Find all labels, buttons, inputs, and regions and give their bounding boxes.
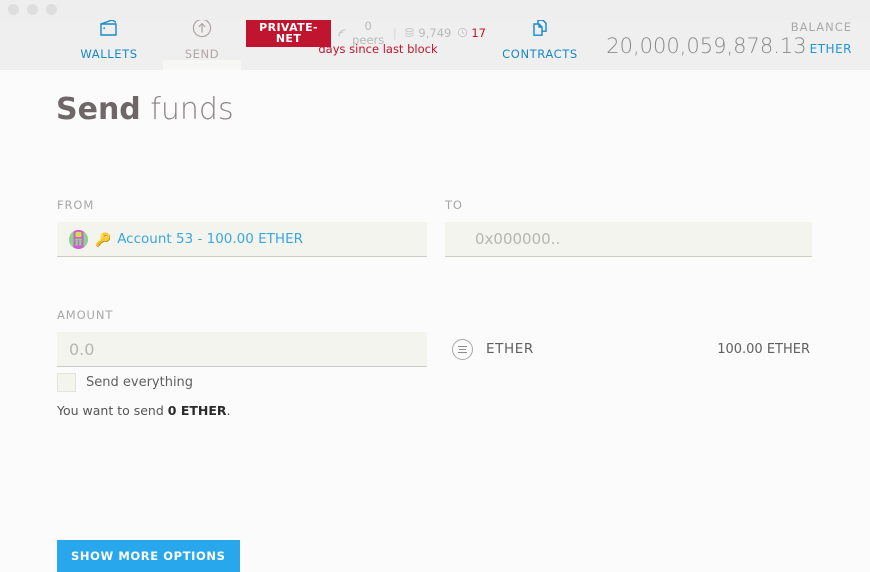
key-icon: 🔑	[95, 231, 112, 247]
token-available-amount: 100.00 ETHER	[717, 341, 810, 357]
from-account-select[interactable]: 🔑 Account 53 - 100.00 ETHER	[57, 222, 427, 257]
show-more-options-button[interactable]: SHOW MORE OPTIONS	[57, 540, 240, 572]
to-address-input[interactable]: 0x000000..	[445, 222, 812, 257]
to-address-placeholder: 0x000000..	[475, 230, 561, 248]
page-title-bold: Send	[56, 92, 141, 127]
blocks-icon	[404, 27, 415, 38]
last-block-time: 17	[471, 25, 486, 40]
amount-input[interactable]: 0.0	[57, 332, 427, 367]
network-status-row: PRIVATE-NET 0 peers | 9,749 17	[246, 18, 486, 47]
balance-block: BALANCE 20,000,059,878.13 ETHER	[606, 20, 852, 58]
account-identicon	[69, 229, 88, 249]
close-button[interactable]	[8, 4, 19, 15]
page-title-light: funds	[140, 92, 234, 127]
to-label: TO	[445, 198, 463, 212]
from-label: FROM	[57, 198, 95, 212]
token-name: ETHER	[486, 341, 534, 357]
send-summary-prefix: You want to send	[57, 403, 168, 418]
nav-label-contracts: CONTRACTS	[502, 47, 578, 61]
network-status: PRIVATE-NET 0 peers | 9,749 17 days sinc…	[246, 18, 486, 56]
from-account-text: Account 53 - 100.00 ETHER	[117, 231, 303, 247]
balance-unit: ETHER	[809, 42, 852, 56]
nav-item-wallets[interactable]: WALLETS	[64, 16, 154, 61]
window-titlebar	[0, 0, 870, 20]
signal-icon	[337, 27, 348, 38]
nav-label-wallets: WALLETS	[80, 47, 138, 61]
page-title: Send funds	[56, 92, 234, 127]
nav-label-send: SEND	[184, 47, 220, 61]
block-number: 9,749	[404, 26, 451, 40]
send-everything-row[interactable]: Send everything	[57, 373, 193, 392]
last-block-timer: 17	[457, 26, 486, 40]
page-content: Send funds FROM 🔑 Account 53 - 100.00 ET…	[0, 70, 870, 572]
nav-item-send[interactable]: SEND	[157, 16, 247, 61]
window-controls	[8, 4, 57, 15]
nav-item-contracts[interactable]: CONTRACTS	[495, 16, 585, 61]
balance-label: BALANCE	[790, 20, 852, 34]
send-everything-checkbox[interactable]	[57, 373, 76, 392]
app-window: WALLETS SEND CONTRACTS PRIVATE-NET 0 pee…	[0, 0, 870, 572]
clock-icon	[457, 27, 468, 38]
minimize-button[interactable]	[27, 4, 38, 15]
zoom-button[interactable]	[46, 4, 57, 15]
balance-row: 20,000,059,878.13 ETHER	[606, 34, 852, 58]
amount-label: AMOUNT	[57, 308, 114, 322]
token-list-icon	[452, 338, 473, 360]
send-summary: You want to send 0 ETHER.	[57, 403, 231, 418]
amount-placeholder: 0.0	[69, 339, 95, 359]
status-divider: |	[393, 25, 397, 40]
send-everything-label: Send everything	[86, 375, 194, 390]
token-selector[interactable]: ETHER 100.00 ETHER	[452, 336, 810, 362]
send-summary-suffix: .	[226, 403, 231, 418]
block-number-text: 9,749	[418, 25, 452, 40]
send-summary-value: 0 ETHER	[167, 403, 227, 418]
balance-value: 20,000,059,878.13	[606, 34, 807, 58]
